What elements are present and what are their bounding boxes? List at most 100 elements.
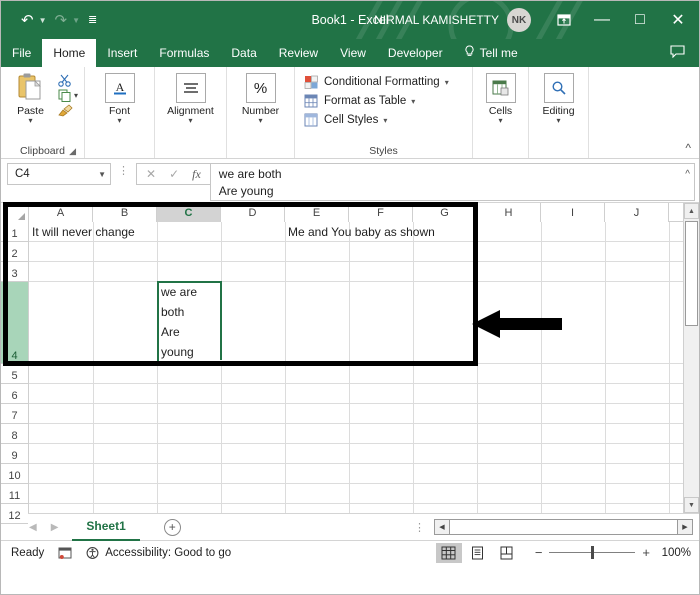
maximize-icon[interactable]: □ [621, 1, 659, 39]
row-header-12[interactable]: 12 [1, 504, 28, 524]
column-header-d[interactable]: D [221, 203, 285, 222]
row-header-4[interactable]: 4 [1, 282, 28, 364]
format-as-table-dropdown-icon[interactable]: ▾ [411, 97, 415, 106]
undo-dropdown-icon[interactable]: ▼ [38, 16, 51, 25]
paste-button[interactable]: Paste ▾ [7, 70, 54, 125]
enter-icon[interactable]: ✓ [169, 167, 179, 181]
tab-insert[interactable]: Insert [96, 39, 148, 67]
sheet-nav-prev-icon[interactable]: ◀ [29, 522, 37, 533]
row-header-10[interactable]: 10 [1, 464, 28, 484]
zoom-in-button[interactable]: + [642, 545, 650, 560]
scroll-up-button[interactable]: ▲ [684, 203, 699, 219]
column-header-f[interactable]: F [349, 203, 413, 222]
column-header-a[interactable]: A [29, 203, 93, 222]
accessibility-status[interactable]: Accessibility: Good to go [86, 546, 231, 560]
column-header-h[interactable]: H [477, 203, 541, 222]
row-header-5[interactable]: 5 [1, 364, 28, 384]
conditional-formatting-dropdown-icon[interactable]: ▾ [445, 78, 449, 87]
expand-formula-bar-icon[interactable]: ^ [685, 166, 690, 183]
column-header-j[interactable]: J [605, 203, 669, 222]
column-header-i[interactable]: I [541, 203, 605, 222]
cell-area[interactable]: It will never change Me and You baby as … [3, 202, 699, 513]
tell-me-box[interactable]: Tell me [454, 39, 528, 67]
user-name[interactable]: NIRMAL KAMISHETTY [374, 13, 499, 27]
format-painter-button[interactable] [58, 104, 78, 117]
tab-view[interactable]: View [329, 39, 377, 67]
hscroll-left-button[interactable]: ◀ [434, 519, 450, 535]
row-header-2[interactable]: 2 [1, 242, 28, 262]
undo-icon[interactable]: ↶ [19, 10, 36, 31]
sheet-tab-sheet1[interactable]: Sheet1 [72, 513, 140, 541]
page-break-preview-button[interactable] [494, 543, 520, 563]
zoom-out-button[interactable]: − [535, 545, 543, 560]
cells-button[interactable]: Cells ▾ [479, 70, 522, 125]
format-as-table-button[interactable]: Format as Table ▾ [301, 93, 452, 109]
scroll-down-button[interactable]: ▼ [684, 497, 699, 513]
cell-c4[interactable]: we are both Are young [157, 282, 221, 362]
zoom-slider-track[interactable] [549, 546, 636, 559]
row-header-7[interactable]: 7 [1, 404, 28, 424]
cancel-icon[interactable]: ✕ [146, 167, 156, 181]
tab-formulas[interactable]: Formulas [148, 39, 220, 67]
vertical-scrollbar-thumb[interactable] [685, 221, 698, 326]
cut-button[interactable] [58, 74, 78, 87]
page-layout-view-button[interactable] [465, 543, 491, 563]
row-header-6[interactable]: 6 [1, 384, 28, 404]
add-sheet-button[interactable]: + [163, 518, 181, 536]
formula-input[interactable]: we are both Are young ^ [209, 163, 695, 201]
sheet-nav-next-icon[interactable]: ▶ [51, 522, 59, 533]
tab-home[interactable]: Home [42, 39, 97, 67]
comments-icon[interactable] [670, 45, 685, 61]
select-all-button[interactable] [1, 203, 29, 222]
cell-e1[interactable]: Me and You baby as shown [285, 225, 435, 239]
minimize-icon[interactable]: — [583, 1, 621, 39]
number-button[interactable]: % Number ▾ [233, 70, 288, 125]
cell-styles-dropdown-icon[interactable]: ▾ [383, 116, 387, 125]
zoom-slider-thumb[interactable] [591, 546, 595, 559]
zoom-level-label[interactable]: 100% [657, 547, 691, 559]
ribbon-display-options-icon[interactable] [545, 1, 583, 39]
row-header-11[interactable]: 11 [1, 484, 28, 504]
row-header-9[interactable]: 9 [1, 444, 28, 464]
name-box[interactable]: C4 ▼ [7, 163, 111, 185]
insert-function-icon[interactable]: fx [192, 167, 201, 182]
vertical-scrollbar[interactable]: ▲ ▼ [683, 203, 699, 513]
row-header-8[interactable]: 8 [1, 424, 28, 444]
cell-styles-button[interactable]: Cell Styles ▾ [301, 112, 452, 128]
conditional-formatting-button[interactable]: Conditional Formatting ▾ [301, 74, 452, 90]
font-dropdown-icon[interactable]: ▾ [117, 117, 121, 125]
column-header-e[interactable]: E [285, 203, 349, 222]
font-button[interactable]: A Font ▾ [91, 70, 148, 125]
editing-button[interactable]: Editing ▾ [535, 70, 582, 125]
alignment-dropdown-icon[interactable]: ▾ [188, 117, 192, 125]
alignment-button[interactable]: Alignment ▾ [161, 70, 220, 125]
hscroll-right-button[interactable]: ▶ [677, 519, 693, 535]
avatar[interactable]: NK [507, 8, 531, 32]
copy-dropdown-icon[interactable]: ▾ [74, 92, 78, 100]
tab-review[interactable]: Review [268, 39, 329, 67]
close-icon[interactable]: ✕ [659, 1, 697, 39]
column-header-g[interactable]: G [413, 203, 477, 222]
tab-developer[interactable]: Developer [377, 39, 454, 67]
tab-file[interactable]: File [1, 39, 42, 67]
editing-dropdown-icon[interactable]: ▾ [556, 117, 560, 125]
redo-icon[interactable]: ↷ [53, 10, 70, 31]
normal-view-button[interactable] [435, 542, 462, 563]
paste-dropdown-icon[interactable]: ▾ [28, 117, 32, 125]
redo-dropdown-icon[interactable]: ▼ [71, 16, 84, 25]
name-box-dropdown-icon[interactable]: ▼ [98, 170, 106, 179]
cell-a1[interactable]: It will never change [29, 225, 135, 239]
column-header-c[interactable]: C [157, 203, 221, 222]
customize-qat-icon[interactable]: ≣ [86, 12, 99, 29]
horizontal-scrollbar-track[interactable] [450, 519, 677, 535]
tab-data[interactable]: Data [220, 39, 267, 67]
cells-dropdown-icon[interactable]: ▾ [498, 117, 502, 125]
column-header-b[interactable]: B [93, 203, 157, 222]
collapse-ribbon-icon[interactable]: ^ [685, 141, 691, 155]
sheet-bar-more-icon[interactable]: ⋮ [414, 521, 434, 534]
copy-button[interactable]: ▾ [58, 89, 78, 102]
row-header-3[interactable]: 3 [1, 262, 28, 282]
number-dropdown-icon[interactable]: ▾ [258, 117, 262, 125]
clipboard-dialog-launcher-icon[interactable]: ◢ [69, 146, 76, 157]
macro-record-button[interactable] [58, 546, 72, 559]
